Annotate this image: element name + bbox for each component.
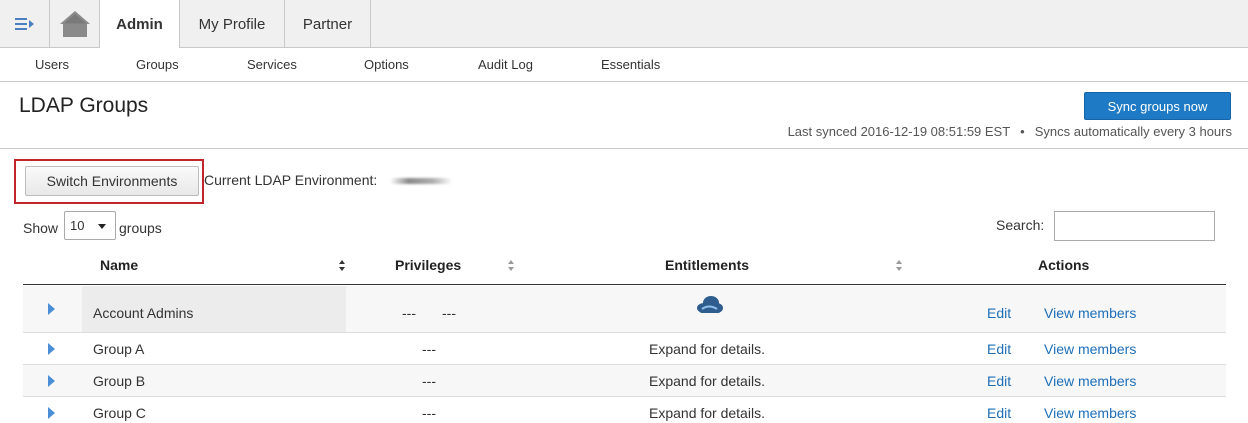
sub-navigation: Users Groups Services Options Audit Log … bbox=[0, 48, 1248, 82]
sync-status: Last synced 2016-12-19 08:51:59 EST • Sync… bbox=[788, 124, 1232, 139]
column-header-actions: Actions bbox=[1038, 257, 1090, 273]
page-size-value: 10 bbox=[70, 218, 85, 233]
entitlements-value: Expand for details. bbox=[649, 341, 765, 357]
sync-separator: • bbox=[1020, 124, 1025, 139]
view-members-link[interactable]: View members bbox=[1044, 341, 1136, 357]
search-input[interactable] bbox=[1054, 211, 1215, 241]
column-header-privileges[interactable]: Privileges bbox=[395, 257, 461, 273]
subnav-essentials[interactable]: Essentials bbox=[601, 57, 660, 72]
menu-expand-icon bbox=[14, 18, 34, 30]
expand-row-icon[interactable] bbox=[48, 303, 55, 315]
edit-link[interactable]: Edit bbox=[987, 305, 1011, 321]
group-name: Group B bbox=[93, 373, 146, 389]
subnav-audit-log[interactable]: Audit Log bbox=[478, 57, 533, 72]
privileges-value: --- bbox=[402, 305, 416, 321]
search-label: Search: bbox=[996, 217, 1045, 233]
entitlements-value: Expand for details. bbox=[649, 373, 765, 389]
subnav-options[interactable]: Options bbox=[364, 57, 409, 72]
expand-row-icon[interactable] bbox=[48, 375, 55, 387]
current-environment-label: Current LDAP Environment: bbox=[204, 172, 378, 188]
group-name: Group A bbox=[93, 341, 145, 357]
subnav-users[interactable]: Users bbox=[35, 57, 69, 72]
edit-link[interactable]: Edit bbox=[987, 405, 1011, 421]
switch-environments-button[interactable]: Switch Environments bbox=[25, 166, 199, 196]
top-navigation-bar: Admin My Profile Partner bbox=[0, 0, 1248, 49]
header-divider bbox=[0, 148, 1248, 149]
expand-row-icon[interactable] bbox=[48, 407, 55, 419]
table-row: Group B --- Expand for details. Edit Vie… bbox=[23, 365, 1226, 397]
page-title: LDAP Groups bbox=[19, 94, 149, 117]
edit-link[interactable]: Edit bbox=[987, 373, 1011, 389]
cloud-icon bbox=[697, 296, 723, 313]
privileges-value: --- bbox=[422, 405, 436, 421]
view-members-link[interactable]: View members bbox=[1044, 373, 1136, 389]
dropdown-caret-icon bbox=[98, 224, 106, 229]
table-row: Group A --- Expand for details. Edit Vie… bbox=[23, 333, 1226, 365]
view-members-link[interactable]: View members bbox=[1044, 405, 1136, 421]
sync-schedule-text: Syncs automatically every 3 hours bbox=[1034, 124, 1232, 139]
privileges-value: --- bbox=[442, 305, 456, 321]
home-icon bbox=[59, 11, 90, 37]
subnav-services[interactable]: Services bbox=[247, 57, 297, 72]
expand-row-icon[interactable] bbox=[48, 343, 55, 355]
tab-partner[interactable]: Partner bbox=[285, 0, 371, 48]
page-size-select[interactable]: 10 bbox=[64, 211, 116, 240]
sync-groups-button[interactable]: Sync groups now bbox=[1084, 92, 1231, 120]
column-header-name[interactable]: Name bbox=[100, 257, 138, 273]
group-name: Group C bbox=[93, 405, 146, 421]
groups-label: groups bbox=[119, 220, 162, 236]
privileges-value: --- bbox=[422, 341, 436, 357]
home-button[interactable] bbox=[50, 0, 100, 48]
table-row: Account Admins --- --- Edit View members bbox=[23, 286, 1226, 333]
last-synced-text: Last synced 2016-12-19 08:51:59 EST bbox=[787, 124, 1011, 139]
edit-link[interactable]: Edit bbox=[987, 341, 1011, 357]
view-members-link[interactable]: View members bbox=[1044, 305, 1136, 321]
subnav-groups[interactable]: Groups bbox=[136, 57, 179, 72]
redacted-environment-name bbox=[390, 178, 452, 184]
group-name: Account Admins bbox=[93, 305, 194, 321]
sort-icon[interactable] bbox=[339, 260, 345, 272]
privileges-value: --- bbox=[422, 373, 436, 389]
tab-admin[interactable]: Admin bbox=[100, 0, 180, 49]
tab-my-profile[interactable]: My Profile bbox=[180, 0, 285, 48]
sort-icon[interactable] bbox=[508, 260, 514, 272]
column-header-entitlements[interactable]: Entitlements bbox=[665, 257, 749, 273]
entitlements-value: Expand for details. bbox=[649, 405, 765, 421]
show-label: Show bbox=[23, 220, 59, 236]
sort-icon[interactable] bbox=[896, 260, 902, 272]
table-row: Group C --- Expand for details. Edit Vie… bbox=[23, 397, 1226, 423]
table-header: Name Privileges Entitlements Actions bbox=[23, 248, 1226, 285]
menu-toggle-button[interactable] bbox=[0, 0, 50, 48]
